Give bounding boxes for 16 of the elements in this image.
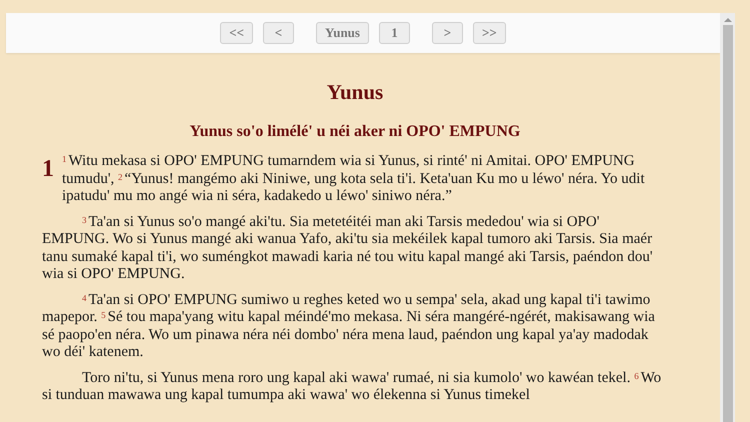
chapter-number: 1 <box>42 157 54 181</box>
nav-button[interactable]: << <box>220 22 254 44</box>
section-heading: Yunus so'o limélé' u néi aker ni OPO' EMPUNG <box>188 122 522 142</box>
scroll-up-icon[interactable] <box>724 17 732 23</box>
nav-button[interactable]: > <box>432 22 463 44</box>
verse-paragraph: $^{4}$Ta'an si OPO' EMPUNG sumiwo u reghes keted wo u sempa' sela, akad ung kapal ti'i tawimo mapepor. $^{5}$Sé tou mapa'yang witu kapal méindé'mo mekasa. Ni séra mangéré-ngérét, makisawang wia sé paopo'en néra. Wo um pinawa néra néi dombo' néra mena laud, paéndon ung kapal ya'ay madodak wo déi' katenem. <box>42 292 656 362</box>
book-title: Yunus <box>326 79 384 105</box>
verse-paragraph: $^{3}$Ta'an si Yunus so'o mangé aki'tu. Sia metetéitéi man aki Tarsis mededou' wia si OPO' EMPUNG. Wo si Yunus mangé aki wanua Yafo, aki'tu sia mekéilek kapal tumoro aki Tarsis. Sia maér tanu sumaké kapal ti'i, wo suméngkot mawadi karia né tou witu kapal mangé aki Tarsis, paéndon dou' wia si OPO' EMPUNG. <box>42 214 654 284</box>
nav-button[interactable]: < <box>263 22 294 44</box>
scrollbar[interactable] <box>720 13 735 422</box>
nav-button[interactable]: 1 <box>378 22 410 44</box>
verse-paragraph: $^{1}$Witu mekasa si OPO' EMPUNG tumarndem wia si Yunus, si rinté' ni Amitai. OPO' EMPUNG tumudu', $^{2}$“Yunus! mangémo aki Niniwe, ung kota sela ti'i. Keta'uan Ku mo u léwo' néra. Yo udit ipatudu' mu mo angé wia ni séra, kadakedo u léwo' siniwo néra.” <box>62 153 646 206</box>
scrollbar-thumb[interactable] <box>722 25 732 422</box>
nav-button[interactable]: >> <box>472 22 506 44</box>
nav-button[interactable]: Yunus <box>316 22 369 44</box>
verse-paragraph: Toro ni'tu, si Yunus mena roro ung kapal aki wawa' rumaé, ni sia kumolo' wo kawéan tekel. $^{6}$Wo si tunduan mawawa ung kapal tumumpa aki wawa' wo élekenna si Yunus timekel <box>42 370 662 404</box>
